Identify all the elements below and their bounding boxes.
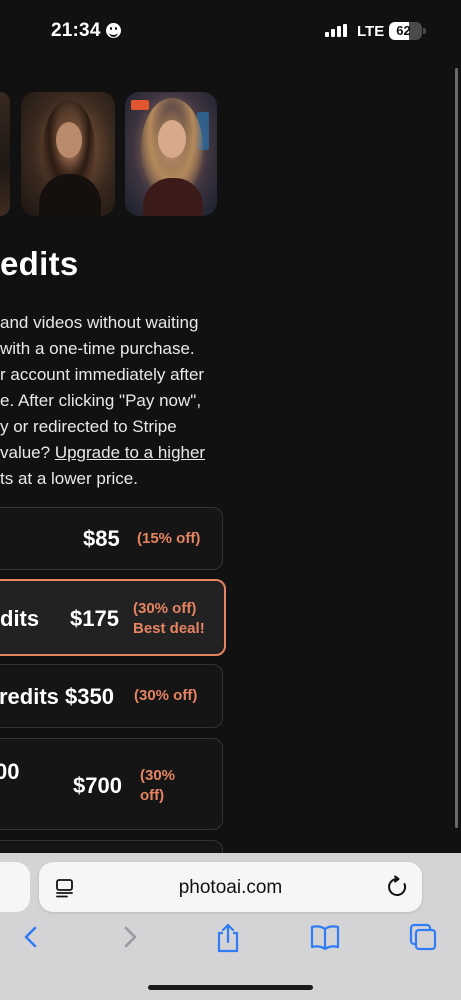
description-line: value? Upgrade to a higher xyxy=(0,443,205,463)
description-line: e. After clicking "Pay now", xyxy=(0,391,202,410)
plan-option-700[interactable]: 00 $700 (30% off) xyxy=(0,738,223,830)
plan-option-175[interactable]: dits $175 (30% off) Best deal! xyxy=(0,579,226,656)
plan-label: dits xyxy=(0,606,40,631)
description-line: r account immediately after xyxy=(0,365,205,384)
plan-price: $85 xyxy=(83,526,120,551)
focus-mode-icon xyxy=(106,23,121,38)
plan-discount: (30% off) xyxy=(134,687,198,704)
description-line: with a one-time purchase. xyxy=(0,339,195,358)
address-bar[interactable]: photoai.com xyxy=(39,862,422,912)
reload-icon[interactable] xyxy=(385,875,409,899)
plan-discount: (15% off) xyxy=(137,530,201,547)
share-icon[interactable] xyxy=(213,922,243,954)
plan-discount: (30% off) xyxy=(133,600,197,617)
tabs-icon[interactable] xyxy=(408,922,438,952)
description-text: value? xyxy=(0,443,55,462)
description-line: ts at a lower price. xyxy=(0,469,138,488)
network-type: LTE xyxy=(357,23,385,40)
status-bar: 21:34 LTE 62 xyxy=(0,0,461,62)
plan-option-350[interactable]: redits $350 (30% off) xyxy=(0,664,223,728)
scrollbar[interactable] xyxy=(455,68,458,828)
upgrade-link[interactable]: Upgrade to a higher xyxy=(55,443,205,462)
battery-nub xyxy=(423,28,426,34)
clock: 21:34 xyxy=(51,20,101,41)
back-arrow-icon[interactable] xyxy=(20,922,42,952)
signal-strength-icon xyxy=(325,24,347,37)
plan-price: $350 xyxy=(65,684,114,709)
page-title: edits xyxy=(0,245,79,282)
best-deal-badge: Best deal! xyxy=(133,620,205,637)
description-line: y or redirected to Stripe xyxy=(0,417,177,436)
browser-toolbar: photoai.com xyxy=(0,853,461,1000)
example-photo xyxy=(21,92,115,216)
example-photo xyxy=(125,92,217,216)
plan-label: 00 xyxy=(0,759,20,784)
battery-icon: 62 xyxy=(389,22,422,40)
plan-discount: off) xyxy=(140,787,165,804)
plan-price: $175 xyxy=(70,606,119,631)
bookmarks-icon[interactable] xyxy=(309,922,341,952)
previous-tab-pill[interactable] xyxy=(0,862,30,912)
url-text[interactable]: photoai.com xyxy=(39,877,422,899)
example-photo xyxy=(0,92,10,216)
plan-label: redits xyxy=(0,684,59,709)
battery-level: 62 xyxy=(396,23,411,38)
plan-price: $700 xyxy=(73,773,122,798)
plan-discount: (30% xyxy=(140,767,176,784)
description-line: and videos without waiting xyxy=(0,313,199,332)
plan-option-85[interactable]: $85 (15% off) xyxy=(0,507,223,570)
forward-arrow-icon[interactable] xyxy=(119,922,141,952)
home-indicator xyxy=(148,985,313,990)
